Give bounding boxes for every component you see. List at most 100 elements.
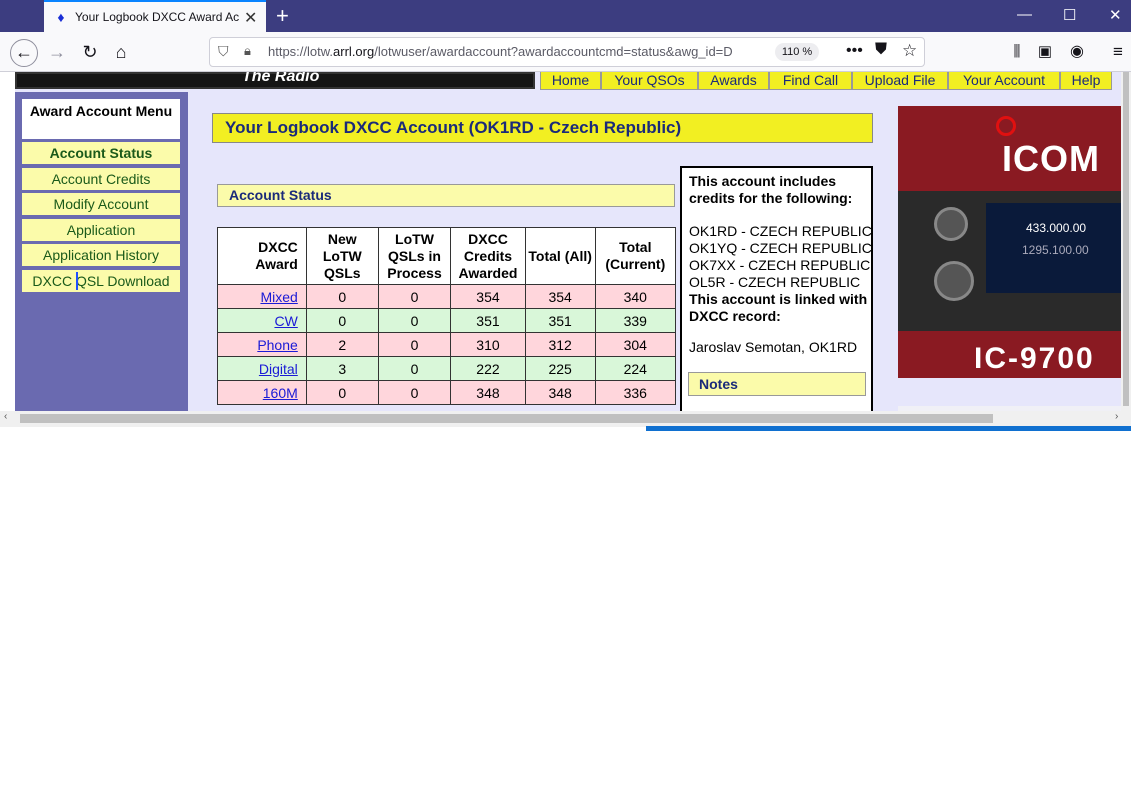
nav-your-qsos[interactable]: Your QSOs xyxy=(601,72,698,90)
linked-title: This account is linked with DXCC record: xyxy=(689,291,868,324)
award-cell[interactable]: CW xyxy=(217,308,307,333)
menu-item-modify-account[interactable]: Modify Account xyxy=(22,193,180,215)
ad-model: IC-9700 xyxy=(974,342,1095,375)
vertical-scroll-thumb[interactable] xyxy=(1123,72,1129,406)
award-link-cw[interactable]: CW xyxy=(274,313,297,329)
new-tab-icon[interactable]: + xyxy=(276,3,289,29)
award-cell[interactable]: Phone xyxy=(217,332,307,357)
new-cell: 0 xyxy=(305,284,379,309)
awarded-cell: 222 xyxy=(450,356,526,381)
process-cell: 0 xyxy=(377,380,452,405)
new-cell: 3 xyxy=(305,356,379,381)
col-header-award: DXCC Award xyxy=(217,227,307,285)
icom-advertisement[interactable]: ICOM 433.000.00 1295.100.00 IC-9700 xyxy=(898,106,1121,378)
process-cell: 0 xyxy=(377,308,452,333)
menu-item-application[interactable]: Application xyxy=(22,219,180,241)
page-viewport: The Radio Home Your QSOs Awards Find Cal… xyxy=(0,72,1131,411)
award-link-mixed[interactable]: Mixed xyxy=(260,289,297,305)
nav-awards[interactable]: Awards xyxy=(698,72,769,90)
forward-icon[interactable]: → xyxy=(44,39,70,65)
banner-text: The Radio xyxy=(242,72,320,85)
award-link-phone[interactable]: Phone xyxy=(257,337,297,353)
call-entry: OL5R - CZECH REPUBLIC xyxy=(689,274,861,290)
favicon-icon: ♦ xyxy=(57,9,65,25)
col-header-new: New LoTW QSLs xyxy=(305,227,379,285)
account-icon[interactable]: ◉ xyxy=(1064,39,1090,65)
new-cell: 0 xyxy=(305,308,379,333)
zoom-badge[interactable]: 110 % xyxy=(775,43,819,61)
menu-icon[interactable]: ≡ xyxy=(1105,39,1131,65)
total-current-cell: 224 xyxy=(594,356,677,381)
icom-logo-ring xyxy=(996,116,1016,136)
scroll-right-icon[interactable]: › xyxy=(1115,411,1118,422)
pocket-icon[interactable]: ⛊ xyxy=(875,41,887,59)
table-row: Mixed 0 0 354 354 340 xyxy=(217,284,677,309)
lock-icon[interactable]: 🔒︎ xyxy=(244,43,251,59)
total-all-cell: 354 xyxy=(524,284,596,309)
awarded-cell: 351 xyxy=(450,308,526,333)
linked-record: Jaroslav Semotan, OK1RD xyxy=(689,339,858,355)
close-window-icon[interactable]: ✕ xyxy=(1109,6,1122,24)
close-tab-icon[interactable]: ✕ xyxy=(244,8,257,28)
scroll-left-icon[interactable]: ‹ xyxy=(4,411,7,422)
col-header-total-all: Total (All) xyxy=(524,227,596,285)
horizontal-scroll-thumb[interactable] xyxy=(20,414,993,423)
nav-your-account[interactable]: Your Account xyxy=(948,72,1060,90)
menu-item-application-history[interactable]: Application History xyxy=(22,244,180,266)
radio-knob xyxy=(934,261,974,301)
radio-knob xyxy=(934,207,968,241)
award-link-digital[interactable]: Digital xyxy=(259,361,298,377)
minimize-icon[interactable]: — xyxy=(1017,6,1032,23)
menu-item-account-status[interactable]: Account Status xyxy=(22,142,180,164)
reload-icon[interactable]: ↻ xyxy=(77,39,103,65)
total-all-cell: 225 xyxy=(524,356,596,381)
home-icon[interactable]: ⌂ xyxy=(108,39,134,65)
ad-brand: ICOM xyxy=(1002,138,1100,179)
col-header-awarded: DXCC Credits Awarded xyxy=(450,227,526,285)
table-row: Digital 3 0 222 225 224 xyxy=(217,356,677,381)
maximize-icon[interactable]: ☐ xyxy=(1063,6,1076,24)
nav-upload-file[interactable]: Upload File xyxy=(852,72,948,90)
url-text: https://lotw.arrl.org/lotwuser/awardacco… xyxy=(268,44,733,59)
navigation-toolbar: ← → ↻ ⌂ ⛉ 🔒︎ https://lotw.arrl.org/lotwu… xyxy=(0,32,1131,72)
library-icon[interactable]: ⫼ xyxy=(1004,39,1030,65)
tab-title: Your Logbook DXCC Award Ac xyxy=(75,10,240,24)
table-row: Phone 2 0 310 312 304 xyxy=(217,332,677,357)
page-title: Your Logbook DXCC Account (OK1RD - Czech… xyxy=(212,113,873,143)
table-row: CW 0 0 351 351 339 xyxy=(217,308,677,333)
awarded-cell: 310 xyxy=(450,332,526,357)
back-icon[interactable]: ← xyxy=(10,39,38,67)
url-bar[interactable]: ⛉ 🔒︎ https://lotw.arrl.org/lotwuser/awar… xyxy=(209,37,925,67)
total-current-cell: 340 xyxy=(594,284,677,309)
award-cell[interactable]: Digital xyxy=(217,356,307,381)
award-cell[interactable]: 160M xyxy=(217,380,307,405)
table-row: 160M 0 0 348 348 336 xyxy=(217,380,677,405)
bookmark-star-icon[interactable]: ☆ xyxy=(902,41,917,61)
nav-find-call[interactable]: Find Call xyxy=(769,72,852,90)
radio-image: 433.000.00 1295.100.00 xyxy=(898,191,1121,331)
sidebar-icon[interactable]: ▣ xyxy=(1032,39,1058,65)
awarded-cell: 348 xyxy=(450,380,526,405)
process-cell: 0 xyxy=(377,284,452,309)
total-current-cell: 304 xyxy=(594,332,677,357)
awarded-cell: 354 xyxy=(450,284,526,309)
taskbar-strip xyxy=(646,426,1131,431)
freq-display-1: 433.000.00 xyxy=(1026,221,1087,235)
menu-item-account-credits[interactable]: Account Credits xyxy=(22,168,180,190)
browser-tab[interactable]: ♦ Your Logbook DXCC Award Ac ✕ xyxy=(44,0,266,32)
award-status-table: DXCC Award New LoTW QSLs LoTW QSLs in Pr… xyxy=(217,227,677,405)
site-banner: The Radio xyxy=(15,72,535,89)
menu-item-dxcc-qsl-download[interactable]: DXCC QSL Download xyxy=(22,270,180,292)
nav-home[interactable]: Home xyxy=(540,72,601,90)
award-cell[interactable]: Mixed xyxy=(217,284,307,309)
includes-title: This account includes credits for the fo… xyxy=(689,173,853,206)
new-cell: 2 xyxy=(305,332,379,357)
award-link-160m[interactable]: 160M xyxy=(263,385,298,401)
total-current-cell: 336 xyxy=(594,380,677,405)
shield-icon[interactable]: ⛉ xyxy=(218,43,229,60)
new-cell: 0 xyxy=(305,380,379,405)
nav-help[interactable]: Help xyxy=(1060,72,1112,90)
total-all-cell: 348 xyxy=(524,380,596,405)
menu-title: Award Account Menu xyxy=(22,99,180,139)
page-actions-icon[interactable]: ••• xyxy=(846,42,863,60)
